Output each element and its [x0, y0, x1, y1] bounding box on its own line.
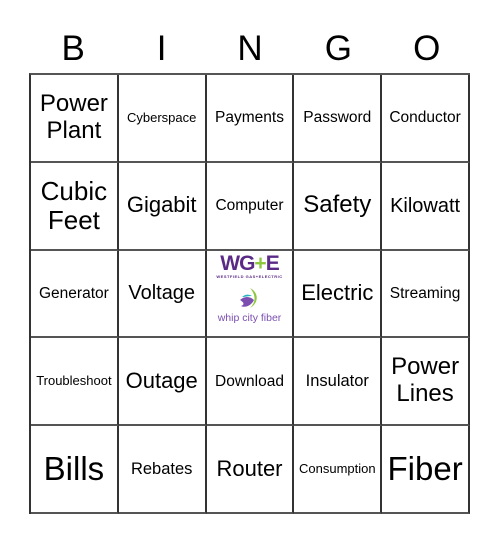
bingo-cell[interactable]: Gigabit: [118, 162, 207, 251]
bingo-cell[interactable]: Conductor: [382, 75, 470, 163]
bingo-cell[interactable]: Safety: [294, 162, 383, 251]
bingo-cell[interactable]: Troubleshoot: [31, 338, 119, 427]
bingo-header: B I N G O: [29, 26, 471, 72]
header-letter-i: I: [156, 29, 167, 68]
bingo-cell[interactable]: Electric: [294, 250, 383, 339]
logo-wg-text: WG: [220, 251, 255, 275]
logo-plus-text: +: [254, 251, 266, 275]
bingo-cell[interactable]: Fiber: [382, 426, 470, 514]
bingo-cell[interactable]: Password: [294, 75, 383, 163]
bingo-cell[interactable]: Voltage: [118, 250, 207, 339]
bingo-cell[interactable]: Rebates: [118, 426, 207, 514]
bingo-cell[interactable]: Cubic Feet: [31, 162, 119, 251]
logo-e-text: E: [265, 251, 280, 275]
header-letter-g: G: [324, 29, 352, 68]
bingo-cell[interactable]: Payments: [206, 75, 295, 163]
bingo-cell[interactable]: Cyberspace: [118, 75, 207, 163]
bingo-cell[interactable]: Consumption: [294, 426, 383, 514]
bingo-cell[interactable]: Bills: [31, 426, 119, 514]
wge-logo-subtitle: WESTFIELD GAS+ELECTRIC: [216, 273, 283, 279]
wge-logo: WG+E: [220, 251, 280, 275]
header-letter-n: N: [237, 29, 263, 68]
bingo-cell[interactable]: Generator: [31, 250, 119, 339]
whip-city-fiber-logo: whip city fiber: [217, 311, 282, 324]
bingo-cell[interactable]: Outage: [118, 338, 207, 427]
bingo-cell[interactable]: Power Plant: [31, 75, 119, 163]
bingo-cell[interactable]: Router: [206, 426, 295, 514]
bingo-cell[interactable]: Streaming: [382, 250, 470, 339]
header-letter-b: B: [61, 29, 85, 68]
swoosh-icon: [240, 287, 258, 308]
bingo-grid: Power Plant Cyberspace Payments Password…: [29, 73, 470, 514]
bingo-cell[interactable]: Power Lines: [382, 338, 470, 427]
header-letter-o: O: [413, 29, 441, 68]
bingo-cell[interactable]: Computer: [206, 162, 295, 251]
bingo-cell[interactable]: Insulator: [294, 338, 383, 427]
bingo-cell[interactable]: Download: [206, 338, 295, 427]
free-space-cell[interactable]: WG+E WESTFIELD GAS+ELECTRIC whip city fi…: [206, 250, 295, 339]
bingo-cell[interactable]: Kilowatt: [382, 162, 470, 251]
